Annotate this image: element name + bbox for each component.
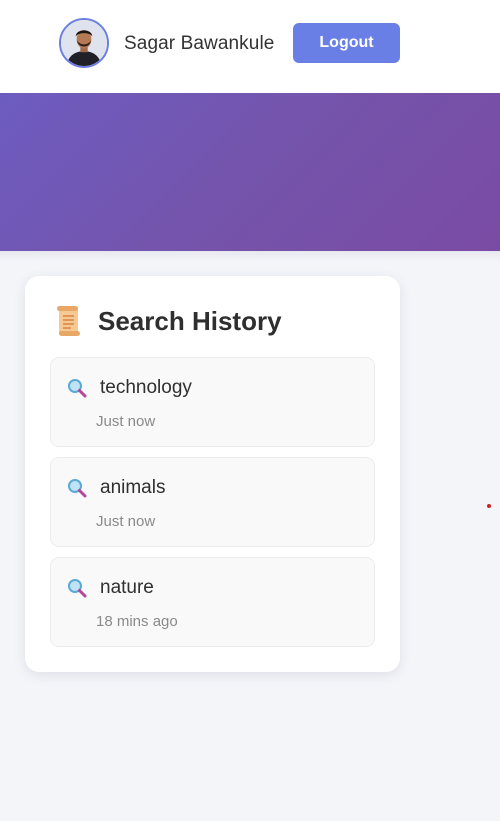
user-photo-icon — [61, 20, 107, 66]
history-query: technology — [100, 377, 192, 398]
avatar[interactable] — [59, 18, 109, 68]
history-time: Just now — [96, 513, 156, 530]
history-time: 18 mins ago — [96, 613, 178, 630]
magnifier-icon — [67, 378, 87, 398]
history-query: animals — [100, 477, 166, 498]
user-name: Sagar Bawankule — [124, 33, 275, 54]
logout-button[interactable]: Logout — [293, 23, 400, 63]
red-dot-indicator — [487, 504, 491, 508]
hero-shadow — [0, 251, 500, 261]
hero-banner — [0, 93, 500, 251]
scroll-icon — [54, 305, 82, 337]
page: Sagar Bawankule Logout Search History te… — [0, 0, 500, 821]
top-header: Sagar Bawankule Logout — [0, 0, 500, 93]
history-time: Just now — [96, 413, 156, 430]
history-item-technology[interactable]: technology Just now — [50, 357, 375, 447]
magnifier-icon — [67, 478, 87, 498]
search-history-title: Search History — [98, 306, 282, 336]
history-item-nature[interactable]: nature 18 mins ago — [50, 557, 375, 647]
search-history-card: Search History technology Just now anima… — [25, 276, 400, 672]
history-query: nature — [100, 577, 154, 598]
magnifier-icon — [67, 578, 87, 598]
history-item-animals[interactable]: animals Just now — [50, 457, 375, 547]
